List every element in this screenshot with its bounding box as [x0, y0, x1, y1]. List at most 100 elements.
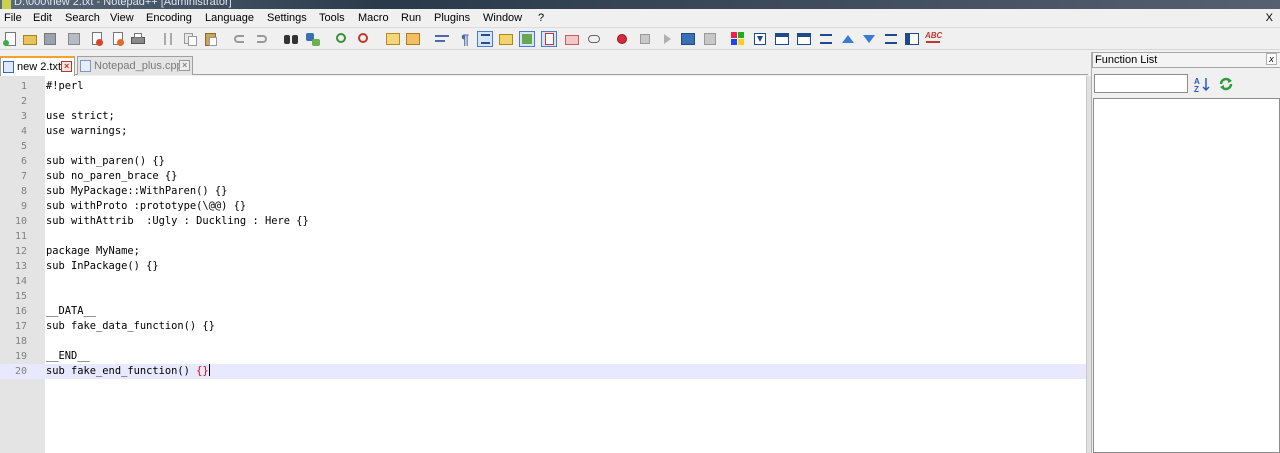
monitor-icon[interactable]	[586, 31, 602, 47]
line-content: sub MyPackage::WithParen() {}	[46, 185, 228, 197]
plugin-f-icon[interactable]	[883, 31, 899, 47]
doc-map-icon[interactable]	[519, 31, 535, 47]
plugin-b-icon[interactable]	[752, 31, 768, 47]
code-line[interactable]: 16 __DATA__	[0, 304, 1086, 319]
zoom-in-icon[interactable]	[334, 31, 350, 47]
code-line[interactable]: 1 #!perl	[0, 79, 1086, 94]
menu-file[interactable]: File	[4, 12, 22, 24]
code-line[interactable]: 7 sub no_paren_brace {}	[0, 169, 1086, 184]
menu-settings[interactable]: Settings	[267, 12, 307, 24]
undo-icon[interactable]	[231, 31, 247, 47]
show-all-chars-icon[interactable]: ¶	[456, 31, 472, 47]
line-number: 6	[20, 156, 27, 167]
code-line[interactable]: 3 use strict;	[0, 109, 1086, 124]
plugin-c-icon[interactable]	[774, 31, 790, 47]
cut-icon[interactable]	[160, 31, 176, 47]
menu-macro[interactable]: Macro	[358, 12, 389, 24]
plugin-d-icon[interactable]	[796, 31, 812, 47]
editor-area[interactable]: 1 #!perl 2 3 use strict; 4 use warnings; 5 6 sub …	[0, 76, 1086, 453]
code-line[interactable]: 11	[0, 229, 1086, 244]
folder-workspace-icon[interactable]	[564, 31, 580, 47]
code-line[interactable]: 19 __END__	[0, 349, 1086, 364]
close-all-icon[interactable]	[110, 31, 126, 47]
line-number: 20	[14, 366, 27, 377]
sync-horizontal-icon[interactable]	[405, 31, 421, 47]
sort-az-icon[interactable]: AZ	[1194, 76, 1210, 94]
code-line[interactable]: 5	[0, 139, 1086, 154]
menu-edit[interactable]: Edit	[33, 12, 52, 24]
find-icon[interactable]	[283, 31, 299, 47]
menu-run[interactable]: Run	[401, 12, 421, 24]
code-line[interactable]: 20 sub fake_end_function() {}	[0, 364, 1086, 379]
function-list-panel: Function List x AZ	[1091, 52, 1280, 453]
play-macro-icon[interactable]	[659, 31, 675, 47]
code-line[interactable]: 14	[0, 274, 1086, 289]
line-text: sub MyPackage::WithParen() {}	[46, 184, 227, 199]
tab-close-icon[interactable]: ×	[61, 61, 72, 72]
user-lang-icon[interactable]	[498, 31, 514, 47]
reload-icon[interactable]	[1218, 76, 1234, 92]
function-list-close-button[interactable]: x	[1266, 53, 1277, 65]
save-macro-icon[interactable]	[702, 31, 718, 47]
arrow-down-icon[interactable]	[861, 31, 877, 47]
tab-notepad-plus-cpp[interactable]: Notepad_plus.cpp ×	[77, 56, 193, 75]
replace-icon[interactable]	[305, 31, 321, 47]
code-line[interactable]: 4 use warnings;	[0, 124, 1086, 139]
menu-language[interactable]: Language	[205, 12, 254, 24]
svg-text:Z: Z	[1194, 85, 1199, 92]
plugin-a-icon[interactable]	[730, 31, 746, 47]
save-icon[interactable]	[42, 31, 58, 47]
print-icon[interactable]	[130, 31, 146, 47]
menu-help[interactable]: ?	[538, 12, 544, 24]
save-all-icon[interactable]	[66, 31, 82, 47]
code-line[interactable]: 15	[0, 289, 1086, 304]
function-list-tree[interactable]	[1093, 98, 1280, 453]
plugin-e-icon[interactable]	[818, 31, 834, 47]
line-text: package MyName;	[46, 244, 140, 259]
stop-record-icon[interactable]	[637, 31, 653, 47]
close-document-button[interactable]: X	[1266, 12, 1273, 24]
plugin-g-icon[interactable]	[904, 31, 920, 47]
tab-close-icon[interactable]: ×	[179, 60, 190, 71]
code-line[interactable]: 9 sub withProto :prototype(\@@) {}	[0, 199, 1086, 214]
code-line[interactable]: 6 sub with_paren() {}	[0, 154, 1086, 169]
code-line[interactable]: 10 sub withAttrib :Ugly : Duckling : Here…	[0, 214, 1086, 229]
open-file-icon[interactable]	[22, 31, 38, 47]
code-line[interactable]: 17 sub fake_data_function() {}	[0, 319, 1086, 334]
tab-label: Notepad_plus.cpp	[94, 60, 183, 72]
line-content: package MyName;	[46, 245, 140, 257]
zoom-out-icon[interactable]	[356, 31, 372, 47]
indent-guide-icon[interactable]	[477, 31, 493, 47]
sync-vertical-icon[interactable]	[385, 31, 401, 47]
menu-plugins[interactable]: Plugins	[434, 12, 470, 24]
menu-view[interactable]: View	[110, 12, 134, 24]
copy-icon[interactable]	[182, 31, 198, 47]
code-line[interactable]: 2	[0, 94, 1086, 109]
menu-tools[interactable]: Tools	[319, 12, 345, 24]
code-line[interactable]: 12 package MyName;	[0, 244, 1086, 259]
function-list-icon[interactable]	[541, 31, 557, 47]
menu-window[interactable]: Window	[483, 12, 522, 24]
new-file-icon[interactable]	[3, 31, 19, 47]
code-line[interactable]: 13 sub InPackage() {}	[0, 259, 1086, 274]
line-content: sub withAttrib :Ugly : Duckling : Here {…	[46, 215, 309, 227]
redo-icon[interactable]	[254, 31, 270, 47]
line-number: 8	[20, 186, 27, 197]
matched-brace: {}	[196, 365, 209, 377]
line-text: use strict;	[46, 109, 115, 124]
menu-encoding[interactable]: Encoding	[146, 12, 192, 24]
paste-icon[interactable]	[203, 31, 219, 47]
function-list-search-input[interactable]	[1094, 74, 1188, 93]
line-text: sub withProto :prototype(\@@) {}	[46, 199, 246, 214]
arrow-up-icon[interactable]	[840, 31, 856, 47]
record-macro-icon[interactable]	[614, 31, 630, 47]
run-macro-multiple-icon[interactable]	[680, 31, 696, 47]
tab-new-2-txt[interactable]: new 2.txt ×	[0, 56, 75, 76]
close-icon[interactable]	[89, 31, 105, 47]
window-title-bar[interactable]: D:\000\new 2.txt - Notepad++ [Administra…	[0, 0, 1280, 9]
code-line[interactable]: 8 sub MyPackage::WithParen() {}	[0, 184, 1086, 199]
word-wrap-icon[interactable]	[434, 31, 450, 47]
code-line[interactable]: 18	[0, 334, 1086, 349]
menu-search[interactable]: Search	[65, 12, 100, 24]
spellcheck-icon[interactable]: ABC	[925, 31, 943, 47]
